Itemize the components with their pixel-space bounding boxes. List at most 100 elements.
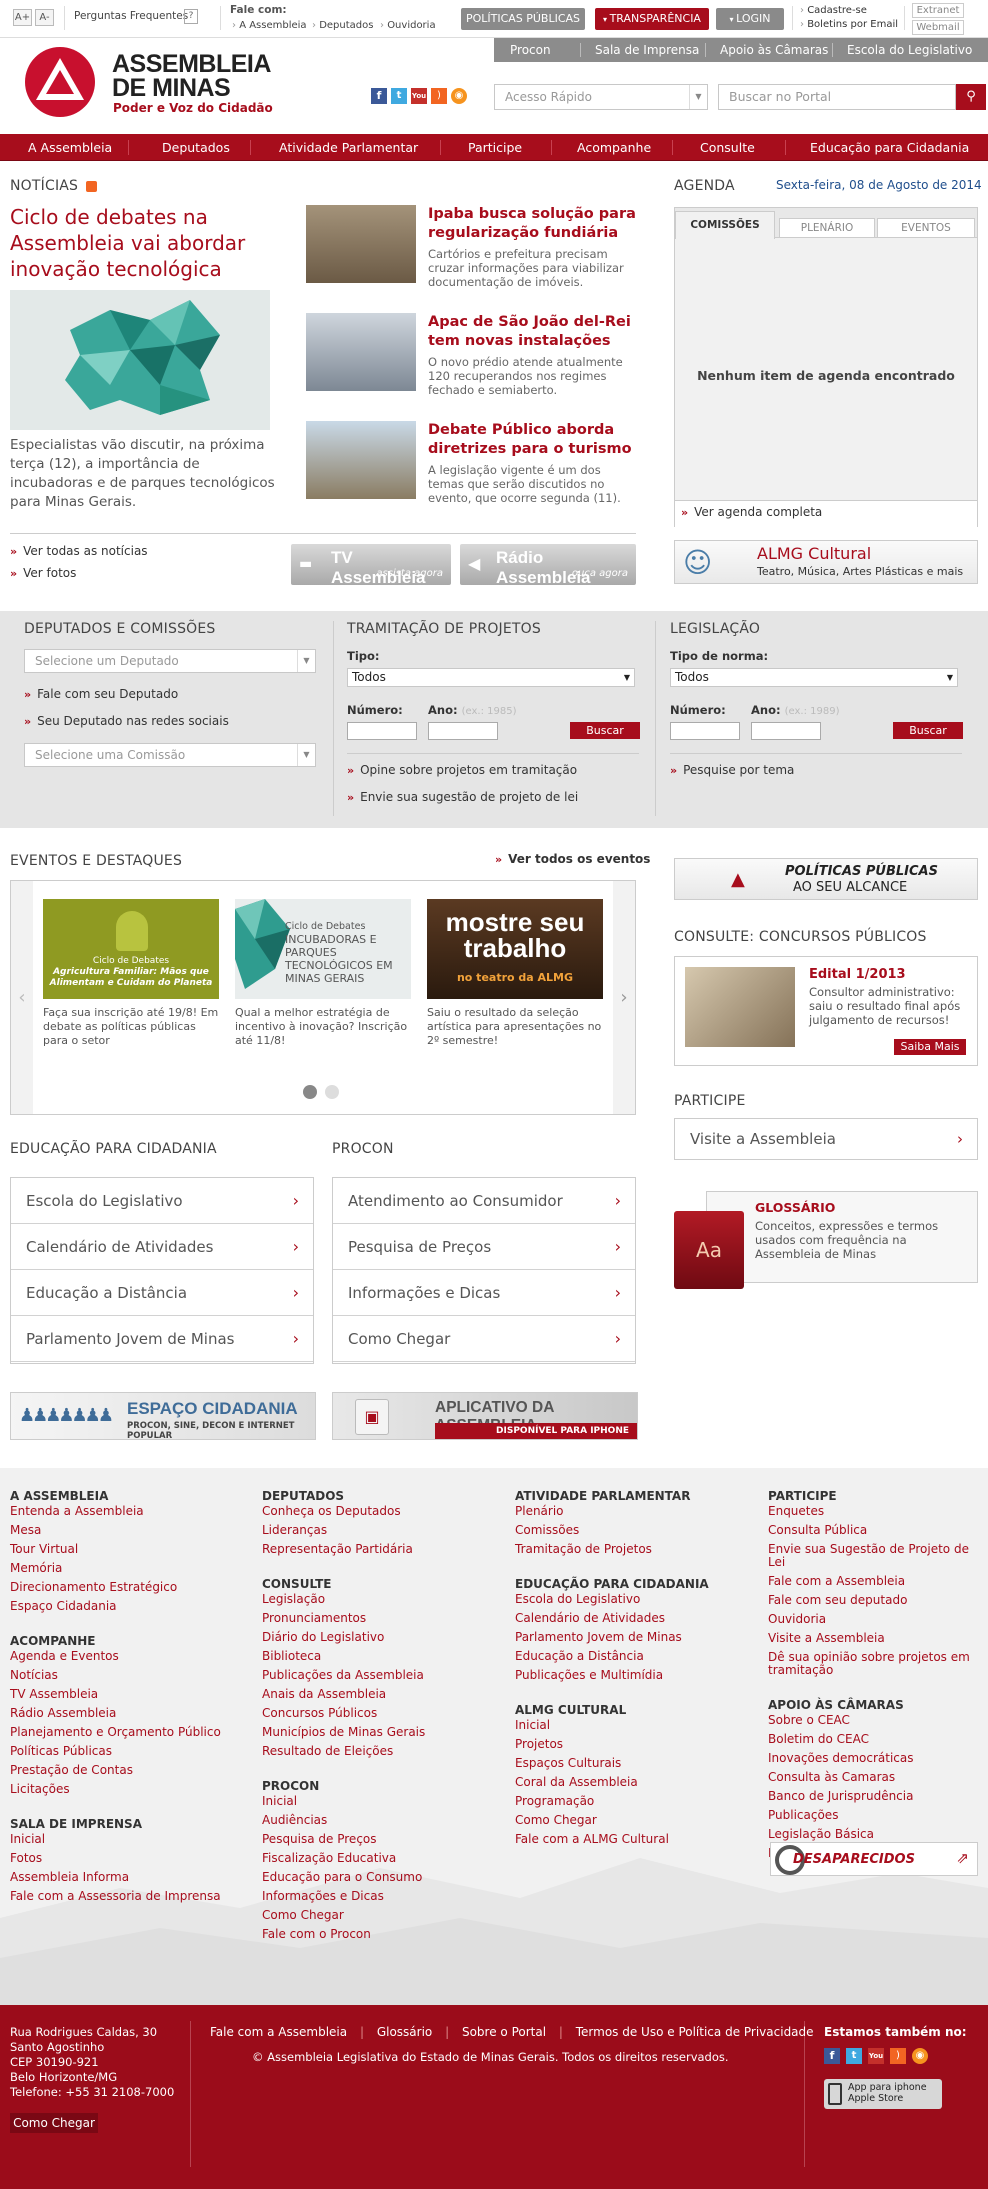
secnav-escola-legislativo[interactable]: Escola do Legislativo [832, 38, 972, 62]
carousel-dot-2[interactable] [325, 1085, 339, 1099]
legislacao-numero-input[interactable] [670, 722, 740, 740]
news-title-3[interactable]: Debate Público aborda diretrizes para o … [428, 421, 638, 459]
footer-link[interactable]: Direcionamento Estratégico [10, 1581, 250, 1594]
footer-link[interactable]: Audiências [262, 1814, 502, 1827]
carousel-prev-button[interactable]: ‹ [11, 881, 33, 1114]
educacao-item-calendario[interactable]: Calendário de Atividades › [11, 1224, 313, 1270]
footer-link[interactable]: Concursos Públicos [262, 1707, 502, 1720]
footer-link[interactable]: Boletim do CEAC [768, 1733, 978, 1746]
see-photos-link[interactable]: » Ver fotos [10, 566, 76, 580]
footer-link[interactable]: Rádio Assembleia [10, 1707, 250, 1720]
see-all-events-link[interactable]: » Ver todos os eventos [495, 852, 650, 866]
bottom-link-termos[interactable]: Termos de Uso e Política de Privacidade [576, 2025, 814, 2039]
carousel-dot-1[interactable] [303, 1085, 317, 1099]
tab-plenario[interactable]: PLENÁRIO [779, 218, 875, 238]
footer-link[interactable]: Envie sua Sugestão de Projeto de Lei [768, 1543, 978, 1569]
footer-link[interactable]: Comissões [515, 1524, 755, 1537]
main-news-image[interactable] [10, 290, 270, 430]
tramitacao-tipo-select[interactable]: Todos ▼ [347, 668, 635, 687]
almg-cultural-banner[interactable]: ☺ ALMG Cultural Teatro, Música, Artes Pl… [674, 540, 978, 584]
footer-link[interactable]: Educação para o Consumo [262, 1871, 502, 1884]
envie-sugestao-link[interactable]: » Envie sua sugestão de projeto de lei [347, 790, 578, 804]
footer-link[interactable]: Pesquisa de Preços [262, 1833, 502, 1846]
portal-search-input[interactable]: Buscar no Portal [718, 84, 956, 110]
twitter-icon[interactable]: t [846, 2048, 862, 2064]
fale-deputados-link[interactable]: › Deputados [312, 20, 373, 31]
font-increase-button[interactable]: A+ [13, 9, 32, 26]
legislacao-buscar-button[interactable]: Buscar [893, 722, 963, 739]
tv-assembleia-banner[interactable]: ▬ TV Assembleia assista agora [291, 544, 451, 587]
footer-link[interactable]: Plenário [515, 1505, 755, 1518]
footer-link[interactable]: Tramitação de Projetos [515, 1543, 755, 1556]
footer-link[interactable]: Coral da Assembleia [515, 1776, 755, 1789]
politicas-publicas-banner[interactable]: ▲ POLÍTICAS PÚBLICAS AO SEU ALCANCE [674, 858, 978, 900]
visite-assembleia-button[interactable]: Visite a Assembleia › [674, 1118, 978, 1160]
legislacao-tipo-select[interactable]: Todos ▼ [670, 668, 958, 687]
extranet-button[interactable]: Extranet [912, 3, 964, 18]
footer-link[interactable]: Visite a Assembleia [768, 1632, 978, 1645]
rss-icon[interactable]: ) [890, 2048, 906, 2064]
fale-assembleia-link[interactable]: › A Assembleia [232, 20, 307, 31]
site-logo[interactable]: ASSEMBLEIA DE MINAS Poder e Voz do Cidad… [22, 46, 273, 121]
search-button[interactable]: ⚲ [956, 84, 986, 110]
footer-link[interactable]: Pronunciamentos [262, 1612, 502, 1625]
podcast-icon[interactable]: ◉ [912, 2048, 928, 2064]
footer-link[interactable]: Fale com a ALMG Cultural [515, 1833, 755, 1846]
footer-link[interactable]: Inovações democráticas [768, 1752, 978, 1765]
footer-link[interactable]: Agenda e Eventos [10, 1650, 250, 1663]
twitter-icon[interactable]: t [391, 88, 407, 104]
secnav-apoio-camaras[interactable]: Apoio às Câmaras [705, 38, 828, 62]
bottom-link-glossario[interactable]: Glossário [377, 2025, 432, 2039]
footer-link[interactable]: Diário do Legislativo [262, 1631, 502, 1644]
procon-item-atendimento[interactable]: Atendimento ao Consumidor › [333, 1178, 635, 1224]
facebook-icon[interactable]: f [824, 2048, 840, 2064]
event-card-text-3[interactable]: Saiu o resultado da seleção artística pa… [427, 1006, 603, 1048]
footer-link[interactable]: Espaço Cidadania [10, 1600, 250, 1613]
footer-link[interactable]: Resultado de Eleições [262, 1745, 502, 1758]
tab-eventos[interactable]: EVENTOS [877, 218, 975, 238]
podcast-icon[interactable]: ◉ [451, 88, 467, 104]
legislacao-ano-input[interactable] [751, 722, 821, 740]
footer-link[interactable]: Assembleia Informa [10, 1871, 250, 1884]
nav-atividade-parlamentar[interactable]: Atividade Parlamentar [279, 134, 418, 161]
youtube-icon[interactable]: You [411, 88, 427, 104]
fale-ouvidoria-link[interactable]: › Ouvidoria [380, 20, 436, 31]
news-thumb-3[interactable] [306, 421, 416, 499]
faq-help-icon[interactable]: ? [184, 9, 198, 24]
nav-consulte[interactable]: Consulte [700, 134, 755, 161]
footer-link[interactable]: Projetos [515, 1738, 755, 1751]
procon-item-pesquisa-precos[interactable]: Pesquisa de Preços › [333, 1224, 635, 1270]
footer-link[interactable]: TV Assembleia [10, 1688, 250, 1701]
footer-link[interactable]: Consulta às Camaras [768, 1771, 978, 1784]
footer-link[interactable]: Fale com a Assembleia [768, 1575, 978, 1588]
footer-link[interactable]: Fale com seu deputado [768, 1594, 978, 1607]
footer-link[interactable]: Calendário de Atividades [515, 1612, 755, 1625]
event-card-image-2[interactable]: Ciclo de Debates INCUBADORAS E PARQUES T… [235, 899, 411, 999]
event-card-text-1[interactable]: Faça sua inscrição até 19/8! Em debate a… [43, 1006, 219, 1048]
footer-link[interactable]: Representação Partidária [262, 1543, 502, 1556]
webmail-button[interactable]: Webmail [912, 20, 964, 35]
boletins-email-link[interactable]: › Boletins por Email [800, 19, 898, 30]
footer-link[interactable]: Planejamento e Orçamento Público [10, 1726, 250, 1739]
footer-link[interactable]: Notícias [10, 1669, 250, 1682]
footer-link[interactable]: Fale com a Assessoria de Imprensa [10, 1890, 250, 1903]
footer-link[interactable]: Fiscalização Educativa [262, 1852, 502, 1865]
footer-link[interactable]: Anais da Assembleia [262, 1688, 502, 1701]
footer-link[interactable]: Legislação [262, 1593, 502, 1606]
educacao-item-parlamento-jovem[interactable]: Parlamento Jovem de Minas › [11, 1316, 313, 1362]
footer-link[interactable]: Publicações e Multimídia [515, 1669, 755, 1682]
faq-link[interactable]: Perguntas Frequentes [74, 10, 188, 22]
footer-link[interactable]: Sobre o CEAC [768, 1714, 978, 1727]
footer-link[interactable]: Parlamento Jovem de Minas [515, 1631, 755, 1644]
nav-acompanhe[interactable]: Acompanhe [577, 134, 651, 161]
como-chegar-button[interactable]: Como Chegar [10, 2113, 98, 2133]
footer-link[interactable]: Espaços Culturais [515, 1757, 755, 1770]
aplicativo-banner[interactable]: ▣ APLICATIVO DA ASSEMBLEIA DISPONÍVEL PA… [332, 1392, 638, 1440]
footer-link[interactable]: Consulta Pública [768, 1524, 978, 1537]
main-news-headline[interactable]: Ciclo de debates na Assembleia vai abord… [10, 204, 280, 282]
footer-link[interactable]: Publicações da Assembleia [262, 1669, 502, 1682]
edital-title[interactable]: Edital 1/2013 [809, 967, 906, 982]
pesquise-tema-link[interactable]: » Pesquise por tema [670, 763, 794, 777]
tramitacao-ano-input[interactable] [428, 722, 498, 740]
footer-link[interactable]: Entenda a Assembleia [10, 1505, 250, 1518]
